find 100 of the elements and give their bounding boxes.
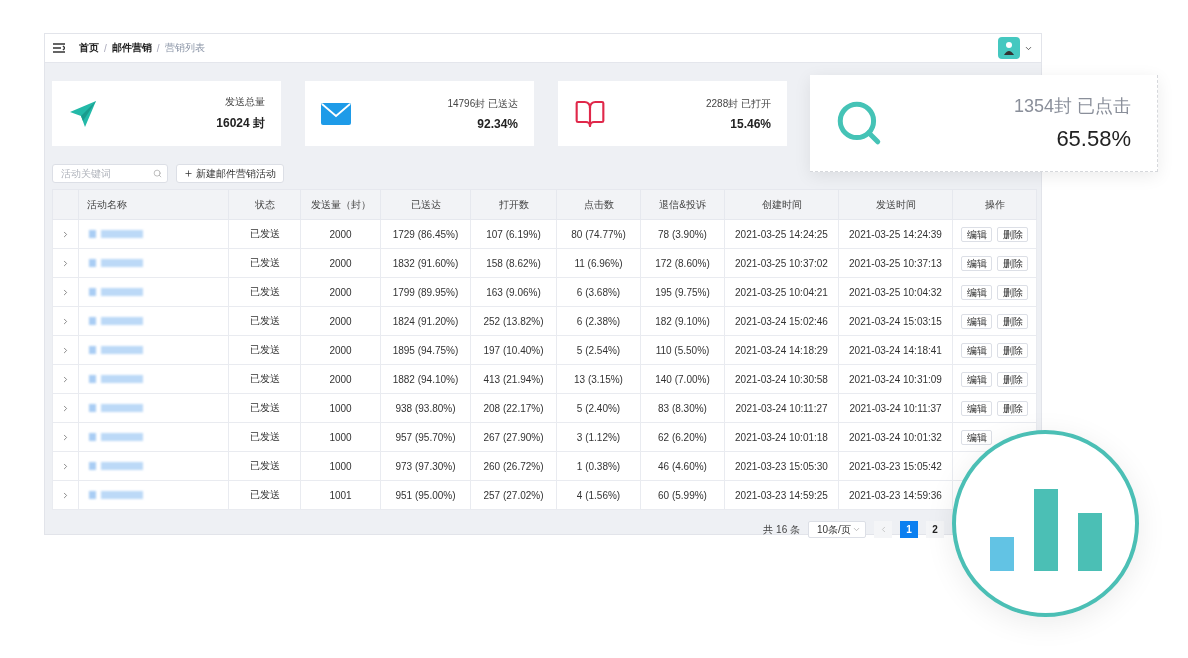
column-header: 发送时间 bbox=[838, 189, 953, 220]
column-header: 打开数 bbox=[470, 189, 557, 220]
delete-button[interactable]: 删除 bbox=[997, 342, 1028, 358]
page-button[interactable]: 2 bbox=[926, 521, 944, 538]
avatar-icon[interactable] bbox=[998, 37, 1020, 59]
new-campaign-button[interactable]: 新建邮件营销活动 bbox=[176, 164, 284, 183]
search-field[interactable]: 活动关键词 bbox=[52, 164, 168, 183]
breadcrumb-link[interactable]: 首页 bbox=[79, 41, 99, 55]
breadcrumb-link[interactable]: 邮件营销 bbox=[111, 41, 152, 55]
edit-button[interactable]: 编辑 bbox=[961, 400, 992, 416]
expand-chevron-icon[interactable] bbox=[61, 462, 70, 471]
table-cell: 60 (5.99%) bbox=[640, 480, 725, 510]
blurred-name-drawing bbox=[87, 432, 145, 442]
expand-chevron-icon[interactable] bbox=[61, 375, 70, 384]
table-cell: 11 (6.96%) bbox=[556, 248, 641, 278]
table-cell: 2000 bbox=[300, 219, 381, 249]
edit-button[interactable]: 编辑 bbox=[961, 284, 992, 300]
edit-button[interactable]: 编辑 bbox=[961, 313, 992, 329]
table-cell: 2000 bbox=[300, 277, 381, 307]
table-cell: 1000 bbox=[300, 393, 381, 423]
table-cell: 已发送 bbox=[228, 480, 301, 510]
table-cell: 5 (2.40%) bbox=[556, 393, 641, 423]
table-cell: 6 (2.38%) bbox=[556, 306, 641, 336]
table-cell: 197 (10.40%) bbox=[470, 335, 557, 365]
edit-button[interactable]: 编辑 bbox=[961, 226, 992, 242]
table-cell: 2000 bbox=[300, 306, 381, 336]
table-cell: 2021-03-25 14:24:39 bbox=[838, 219, 953, 249]
paper-plane-icon bbox=[68, 98, 98, 129]
delete-button[interactable]: 删除 bbox=[997, 226, 1028, 242]
column-header: 状态 bbox=[228, 189, 301, 220]
table-cell: 1000 bbox=[300, 422, 381, 452]
table-cell: 252 (13.82%) bbox=[470, 306, 557, 336]
table-cell: 1824 (91.20%) bbox=[380, 306, 471, 336]
table-cell: 2021-03-25 14:24:25 bbox=[724, 219, 839, 249]
table-cell: 1 (0.38%) bbox=[556, 451, 641, 481]
table-cell: 2021-03-24 10:11:37 bbox=[838, 393, 953, 423]
menu-icon[interactable] bbox=[53, 43, 65, 53]
delete-button[interactable]: 删除 bbox=[997, 284, 1028, 300]
expand-chevron-icon[interactable] bbox=[61, 259, 70, 268]
expand-chevron-icon[interactable] bbox=[61, 346, 70, 355]
table-cell: 195 (9.75%) bbox=[640, 277, 725, 307]
expand-chevron-icon[interactable] bbox=[61, 404, 70, 413]
table-cell: 957 (95.70%) bbox=[380, 422, 471, 452]
column-header: 已送达 bbox=[380, 189, 471, 220]
expand-chevron-icon[interactable] bbox=[61, 230, 70, 239]
blurred-name-drawing bbox=[87, 287, 145, 297]
blurred-name-drawing bbox=[87, 490, 145, 500]
table-cell: 已发送 bbox=[228, 364, 301, 394]
stat-value: 92.34% bbox=[477, 116, 518, 131]
table-cell: 260 (26.72%) bbox=[470, 451, 557, 481]
table-cell: 2000 bbox=[300, 364, 381, 394]
caret-icon bbox=[852, 525, 861, 534]
edit-button[interactable]: 编辑 bbox=[961, 342, 992, 358]
table-cell: 2021-03-24 10:31:09 bbox=[838, 364, 953, 394]
delete-button[interactable]: 删除 bbox=[997, 400, 1028, 416]
table-cell: 140 (7.00%) bbox=[640, 364, 725, 394]
stat-label: 2288封 已打开 bbox=[705, 96, 771, 111]
column-header: 退信&投诉 bbox=[640, 189, 725, 220]
blurred-name-drawing bbox=[87, 461, 145, 471]
table-cell: 1882 (94.10%) bbox=[380, 364, 471, 394]
edit-button[interactable]: 编辑 bbox=[961, 255, 992, 271]
column-header: 操作 bbox=[952, 189, 1037, 220]
column-header: 创建时间 bbox=[724, 189, 839, 220]
page-button[interactable]: 1 bbox=[900, 521, 918, 538]
column-header: 点击数 bbox=[556, 189, 641, 220]
table-cell: 6 (3.68%) bbox=[556, 277, 641, 307]
envelope-icon bbox=[321, 102, 351, 125]
edit-button[interactable]: 编辑 bbox=[961, 429, 992, 445]
column-header: 活动名称 bbox=[78, 189, 229, 220]
table-cell: 13 (3.15%) bbox=[556, 364, 641, 394]
delete-button[interactable]: 删除 bbox=[997, 371, 1028, 387]
expand-chevron-icon[interactable] bbox=[61, 288, 70, 297]
delete-button[interactable]: 删除 bbox=[997, 313, 1028, 329]
delete-button[interactable]: 删除 bbox=[997, 255, 1028, 271]
table-cell: 2021-03-24 10:01:32 bbox=[838, 422, 953, 452]
breadcrumb-separator: / bbox=[156, 42, 160, 54]
table-cell: 已发送 bbox=[228, 393, 301, 423]
table-cell: 267 (27.90%) bbox=[470, 422, 557, 452]
table-cell: 1832 (91.60%) bbox=[380, 248, 471, 278]
table-cell: 2021-03-24 10:11:27 bbox=[724, 393, 839, 423]
table-cell: 78 (3.90%) bbox=[640, 219, 725, 249]
table-cell: 2021-03-24 10:01:18 bbox=[724, 422, 839, 452]
expand-chevron-icon[interactable] bbox=[61, 491, 70, 500]
table-cell: 2021-03-23 14:59:25 bbox=[724, 480, 839, 510]
page-size-select[interactable]: 10条/页 bbox=[808, 521, 866, 538]
table-cell: 2021-03-24 15:02:46 bbox=[724, 306, 839, 336]
table-cell: 163 (9.06%) bbox=[470, 277, 557, 307]
blurred-name-drawing bbox=[87, 345, 145, 355]
expand-chevron-icon[interactable] bbox=[61, 317, 70, 326]
table-cell: 2000 bbox=[300, 248, 381, 278]
table-cell: 46 (4.60%) bbox=[640, 451, 725, 481]
table-cell: 2021-03-23 15:05:30 bbox=[724, 451, 839, 481]
blurred-name-drawing bbox=[87, 403, 145, 413]
expand-chevron-icon[interactable] bbox=[61, 433, 70, 442]
table-cell: 已发送 bbox=[228, 422, 301, 452]
edit-button[interactable]: 编辑 bbox=[961, 371, 992, 387]
plus-icon bbox=[184, 169, 193, 178]
table-cell: 2021-03-24 14:18:29 bbox=[724, 335, 839, 365]
table-cell: 110 (5.50%) bbox=[640, 335, 725, 365]
table-cell: 已发送 bbox=[228, 277, 301, 307]
